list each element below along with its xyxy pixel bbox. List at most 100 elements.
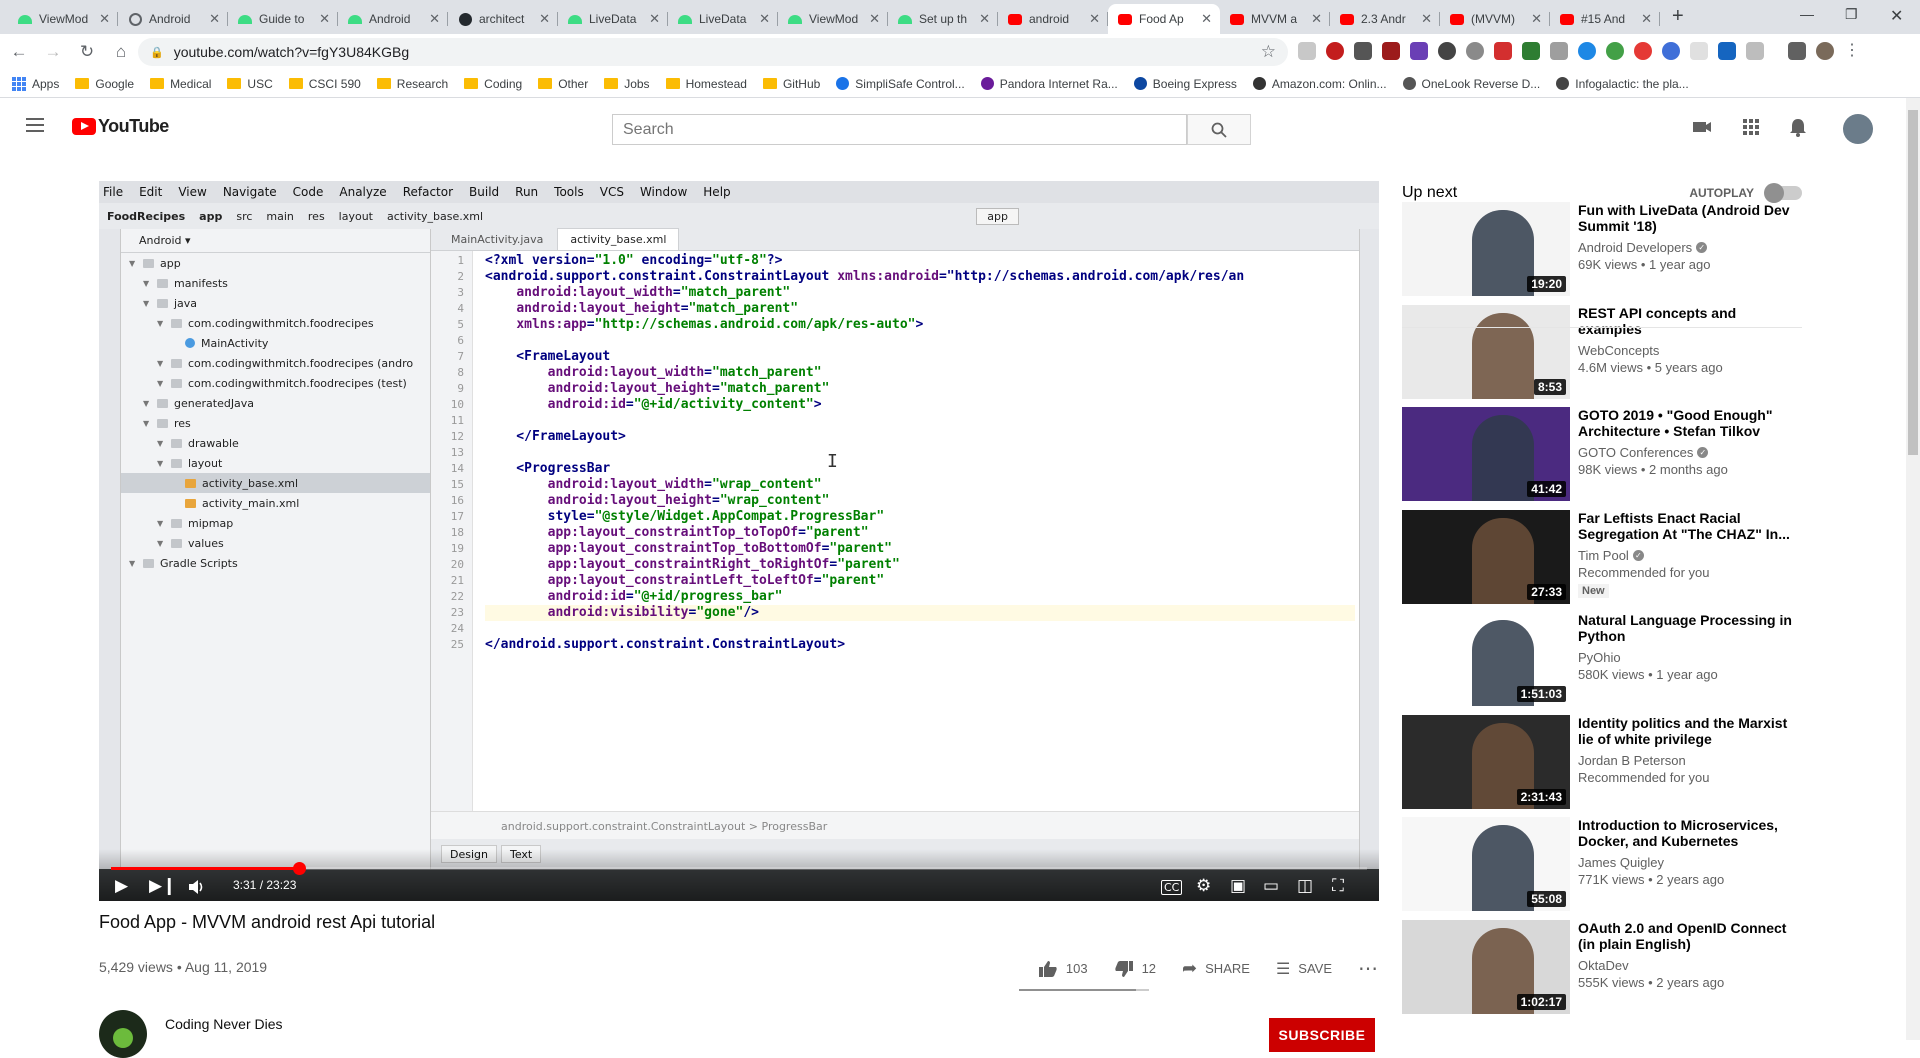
- video-title[interactable]: REST API concepts and examples: [1578, 305, 1800, 337]
- settings-gear-icon[interactable]: ⚙: [1196, 876, 1211, 896]
- volume-icon[interactable]: [187, 878, 207, 896]
- bookmark-item[interactable]: Pandora Internet Ra...: [980, 77, 1118, 91]
- extension-icon[interactable]: [1354, 42, 1372, 60]
- like-button[interactable]: 103: [1038, 960, 1088, 978]
- hamburger-menu-icon[interactable]: [26, 118, 44, 136]
- share-button[interactable]: ➦ SHARE: [1182, 958, 1250, 979]
- tab-close-icon[interactable]: ✕: [429, 11, 440, 27]
- tab-close-icon[interactable]: ✕: [869, 11, 880, 27]
- channel-name[interactable]: Coding Never Dies: [165, 1016, 283, 1032]
- browser-menu-icon[interactable]: ⋮: [1844, 42, 1860, 60]
- browser-tab[interactable]: Android ✕: [118, 4, 228, 34]
- recommended-video[interactable]: 55:08 Introduction to Microservices, Dock…: [1402, 817, 1802, 911]
- browser-tab[interactable]: 2.3 Andr ✕: [1330, 4, 1440, 34]
- bookmark-item[interactable]: SimpliSafe Control...: [836, 77, 965, 91]
- search-button[interactable]: [1187, 114, 1251, 145]
- browser-tab[interactable]: (MVVM) ✕: [1440, 4, 1550, 34]
- home-icon[interactable]: ⌂: [106, 37, 136, 67]
- video-thumbnail[interactable]: 27:33: [1402, 509, 1570, 604]
- extension-icon[interactable]: [1550, 42, 1568, 60]
- video-thumbnail[interactable]: 1:02:17: [1402, 919, 1570, 1014]
- extension-icon[interactable]: [1634, 42, 1652, 60]
- browser-tab[interactable]: ViewMod ✕: [8, 4, 118, 34]
- save-button[interactable]: ☰ SAVE: [1276, 959, 1332, 979]
- browser-tab[interactable]: ViewMod ✕: [778, 4, 888, 34]
- extension-icon[interactable]: [1410, 42, 1428, 60]
- theater-mode-icon[interactable]: ▭: [1263, 876, 1279, 896]
- extension-icon[interactable]: [1718, 42, 1736, 60]
- url-text[interactable]: youtube.com/watch?v=fgY3U84KGBg: [174, 44, 409, 60]
- adblock-icon[interactable]: [1326, 42, 1344, 60]
- extension-icon[interactable]: [1438, 42, 1456, 60]
- extension-icon[interactable]: [1298, 42, 1316, 60]
- progress-bar[interactable]: [111, 862, 1367, 875]
- bookmark-item[interactable]: GitHub: [762, 77, 820, 91]
- reading-list-icon[interactable]: [1788, 42, 1806, 60]
- subscribe-button[interactable]: SUBSCRIBE: [1269, 1018, 1375, 1052]
- tab-close-icon[interactable]: ✕: [319, 11, 330, 27]
- fullscreen-icon[interactable]: ⛶: [1332, 876, 1344, 896]
- bookmark-star-icon[interactable]: ☆: [1261, 42, 1276, 62]
- video-thumbnail[interactable]: 2:31:43: [1402, 714, 1570, 809]
- tab-close-icon[interactable]: ✕: [649, 11, 660, 27]
- video-title[interactable]: GOTO 2019 • "Good Enough" Architecture •…: [1578, 407, 1800, 439]
- account-avatar[interactable]: [1843, 114, 1873, 144]
- browser-tab[interactable]: android ✕: [998, 4, 1108, 34]
- bookmark-item[interactable]: OneLook Reverse D...: [1402, 77, 1540, 91]
- recommended-video[interactable]: 1:02:17 OAuth 2.0 and OpenID Connect (in …: [1402, 919, 1802, 1014]
- recommended-video[interactable]: 19:20 Fun with LiveData (Android Dev Summ…: [1402, 202, 1802, 296]
- video-thumbnail[interactable]: 19:20: [1402, 202, 1570, 296]
- video-thumbnail[interactable]: 8:53: [1402, 304, 1570, 399]
- apps-grid-icon[interactable]: [1740, 116, 1762, 138]
- back-icon[interactable]: ←: [4, 37, 34, 67]
- bookmark-item[interactable]: Coding: [464, 77, 522, 91]
- recommended-video[interactable]: 2:31:43 Identity politics and the Marxist…: [1402, 714, 1802, 809]
- extension-icon[interactable]: [1690, 42, 1708, 60]
- video-title[interactable]: OAuth 2.0 and OpenID Connect (in plain E…: [1578, 920, 1800, 952]
- browser-tab[interactable]: Food Ap ✕: [1108, 4, 1220, 34]
- video-title[interactable]: Introduction to Microservices, Docker, a…: [1578, 817, 1800, 849]
- minimize-icon[interactable]: —: [1800, 6, 1814, 22]
- bookmark-item[interactable]: Jobs: [604, 77, 650, 91]
- tab-close-icon[interactable]: ✕: [539, 11, 550, 27]
- browser-tab[interactable]: architect ✕: [448, 4, 558, 34]
- tab-close-icon[interactable]: ✕: [1201, 11, 1212, 27]
- extension-icon[interactable]: [1746, 42, 1764, 60]
- tab-close-icon[interactable]: ✕: [1531, 11, 1542, 27]
- extension-icon[interactable]: [1522, 42, 1540, 60]
- tab-close-icon[interactable]: ✕: [1089, 11, 1100, 27]
- browser-tab[interactable]: MVVM a ✕: [1220, 4, 1330, 34]
- tab-close-icon[interactable]: ✕: [1421, 11, 1432, 27]
- browser-tab[interactable]: Guide to ✕: [228, 4, 338, 34]
- captions-icon[interactable]: CC: [1161, 880, 1183, 895]
- bookmark-item[interactable]: Infogalactic: the pla...: [1556, 77, 1689, 91]
- tab-close-icon[interactable]: ✕: [99, 11, 110, 27]
- new-tab-icon[interactable]: +: [1672, 5, 1684, 28]
- tab-close-icon[interactable]: ✕: [759, 11, 770, 27]
- video-title[interactable]: Far Leftists Enact Racial Segregation At…: [1578, 510, 1800, 542]
- notifications-bell-icon[interactable]: [1787, 116, 1809, 138]
- tab-close-icon[interactable]: ✕: [1641, 11, 1652, 27]
- video-title[interactable]: Identity politics and the Marxist lie of…: [1578, 715, 1800, 747]
- profile-avatar[interactable]: [1816, 42, 1834, 60]
- bookmark-item[interactable]: Medical: [150, 77, 211, 91]
- bookmark-item[interactable]: Research: [376, 77, 448, 91]
- page-scrollbar[interactable]: [1906, 98, 1920, 1040]
- tab-close-icon[interactable]: ✕: [209, 11, 220, 27]
- miniplayer-icon[interactable]: ▣: [1230, 876, 1246, 896]
- autoplay-toggle[interactable]: [1764, 183, 1802, 203]
- video-thumbnail[interactable]: 1:51:03: [1402, 612, 1570, 706]
- video-thumbnail[interactable]: 41:42: [1402, 407, 1570, 501]
- more-actions-icon[interactable]: ⋯: [1358, 956, 1379, 981]
- create-video-icon[interactable]: [1691, 116, 1713, 138]
- bookmark-item[interactable]: Other: [538, 77, 588, 91]
- browser-tab[interactable]: LiveData ✕: [558, 4, 668, 34]
- scrollbar-thumb[interactable]: [1908, 110, 1918, 455]
- maximize-icon[interactable]: ❐: [1845, 6, 1858, 23]
- video-player[interactable]: File Edit View Navigate Code Analyze Refactor B…: [99, 181, 1379, 901]
- extension-icon[interactable]: [1466, 42, 1484, 60]
- browser-tab[interactable]: Android ✕: [338, 4, 448, 34]
- video-title[interactable]: Natural Language Processing in Python: [1578, 612, 1800, 644]
- extension-icon[interactable]: [1578, 42, 1596, 60]
- browser-tab[interactable]: LiveData ✕: [668, 4, 778, 34]
